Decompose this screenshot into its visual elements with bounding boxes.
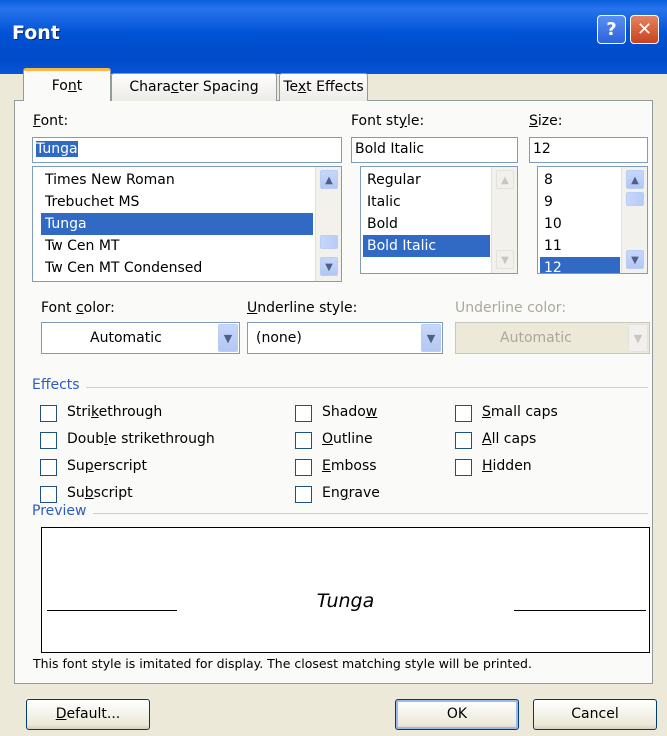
effect-checkbox[interactable] (295, 486, 312, 503)
effect-checkbox[interactable] (455, 405, 472, 422)
preview-text: Tunga (316, 590, 375, 612)
effect-label[interactable]: Double strikethrough (67, 431, 215, 447)
size-list-item[interactable]: 8 (540, 169, 620, 191)
font-list-item[interactable]: Tw Cen MT (41, 235, 313, 257)
size-list-item[interactable]: 11 (540, 235, 620, 257)
preview-title: Preview (32, 503, 93, 519)
help-icon: ? (606, 19, 617, 40)
close-button[interactable]: ✕ (630, 15, 659, 44)
scroll-down-icon[interactable]: ▼ (626, 250, 644, 269)
scroll-thumb[interactable] (320, 235, 338, 249)
chevron-down-icon[interactable]: ▼ (218, 324, 238, 352)
effect-label[interactable]: Superscript (67, 458, 147, 474)
scroll-down-icon[interactable]: ▼ (496, 250, 514, 269)
underline-color-label: Underline color: (455, 300, 567, 316)
scroll-up-icon[interactable]: ▲ (496, 170, 514, 189)
title-bar[interactable] (0, 0, 667, 74)
size-list-item[interactable]: 10 (540, 213, 620, 235)
effect-checkbox[interactable] (40, 432, 57, 449)
scroll-down-icon[interactable]: ▼ (320, 257, 338, 276)
font-name-input[interactable]: Tunga (32, 137, 342, 163)
effect-checkbox[interactable] (295, 405, 312, 422)
font-name-list[interactable]: Times New Roman Trebuchet MS Tunga Tw Cen M… (32, 166, 342, 282)
effect-label[interactable]: Subscript (67, 485, 133, 501)
font-color-dropdown[interactable]: Automatic ▼ (41, 322, 240, 354)
effect-checkbox[interactable] (295, 432, 312, 449)
font-list-item[interactable]: Trebuchet MS (41, 191, 313, 213)
effect-checkbox[interactable] (455, 459, 472, 476)
effect-label[interactable]: Hidden (482, 458, 532, 474)
font-style-input[interactable]: Bold Italic (351, 137, 518, 163)
underline-color-dropdown[interactable]: Automatic ▼ (455, 322, 650, 354)
window-title: Font (12, 22, 60, 44)
effects-title: Effects (32, 377, 86, 393)
font-style-list-item[interactable]: Bold (363, 213, 490, 235)
size-list[interactable]: 8 9 10 11 12 ▲ ▼ (537, 166, 648, 274)
help-button[interactable]: ? (597, 15, 626, 44)
size-label: Size: (529, 113, 563, 129)
effect-label[interactable]: Emboss (322, 458, 377, 474)
size-list-item[interactable]: 12 (540, 257, 620, 273)
font-style-list-item[interactable]: Bold Italic (363, 235, 490, 257)
cancel-button[interactable]: Cancel (533, 699, 657, 730)
preview-divider (32, 513, 648, 514)
font-style-label: Font style: (351, 113, 425, 129)
font-label: Font: (33, 113, 69, 129)
preview-note: This font style is imitated for display.… (33, 656, 532, 671)
ok-button[interactable]: OK (395, 699, 519, 730)
effect-checkbox[interactable] (295, 459, 312, 476)
font-style-list[interactable]: Regular Italic Bold Bold Italic ▲ ▼ (360, 166, 518, 274)
chevron-down-icon[interactable]: ▼ (421, 324, 441, 352)
scroll-thumb[interactable] (626, 192, 644, 206)
effects-divider (32, 387, 648, 388)
scroll-up-icon[interactable]: ▲ (320, 170, 338, 189)
size-list-item[interactable]: 9 (540, 191, 620, 213)
font-list-item[interactable]: Tw Cen MT Condensed (41, 257, 313, 279)
underline-style-label: Underline style: (247, 300, 358, 316)
effect-label[interactable]: All caps (482, 431, 536, 447)
font-style-list-item[interactable]: Italic (363, 191, 490, 213)
effect-checkbox[interactable] (40, 459, 57, 476)
tab-character-spacing[interactable]: Character Spacing (111, 73, 277, 101)
size-input[interactable]: 12 (529, 137, 648, 163)
effect-checkbox[interactable] (455, 432, 472, 449)
font-style-scrollbar[interactable]: ▲ ▼ (491, 167, 517, 273)
tab-font[interactable]: Font (23, 68, 111, 101)
preview-baseline-right (514, 610, 646, 611)
close-icon: ✕ (636, 19, 653, 40)
effect-label[interactable]: Small caps (482, 404, 558, 420)
effect-label[interactable]: Shadow (322, 404, 377, 420)
preview-box: Tunga (41, 527, 650, 653)
font-list-scrollbar[interactable]: ▲ ▼ (315, 167, 341, 281)
font-color-label: Font color: (41, 300, 115, 316)
effect-label[interactable]: Strikethrough (67, 404, 162, 420)
effect-checkbox[interactable] (40, 405, 57, 422)
effect-label[interactable]: Engrave (322, 485, 380, 501)
default-button[interactable]: Default... (26, 699, 150, 730)
scroll-up-icon[interactable]: ▲ (626, 170, 644, 189)
tab-text-effects[interactable]: Text Effects (279, 73, 368, 101)
font-list-item[interactable]: Times New Roman (41, 169, 313, 191)
effect-label[interactable]: Outline (322, 431, 373, 447)
underline-style-dropdown[interactable]: (none) ▼ (247, 322, 443, 354)
chevron-down-icon[interactable]: ▼ (628, 324, 648, 352)
effect-checkbox[interactable] (40, 486, 57, 503)
font-list-item[interactable]: Tunga (41, 213, 313, 235)
font-style-list-item[interactable]: Regular (363, 169, 490, 191)
size-list-scrollbar[interactable]: ▲ ▼ (621, 167, 647, 273)
